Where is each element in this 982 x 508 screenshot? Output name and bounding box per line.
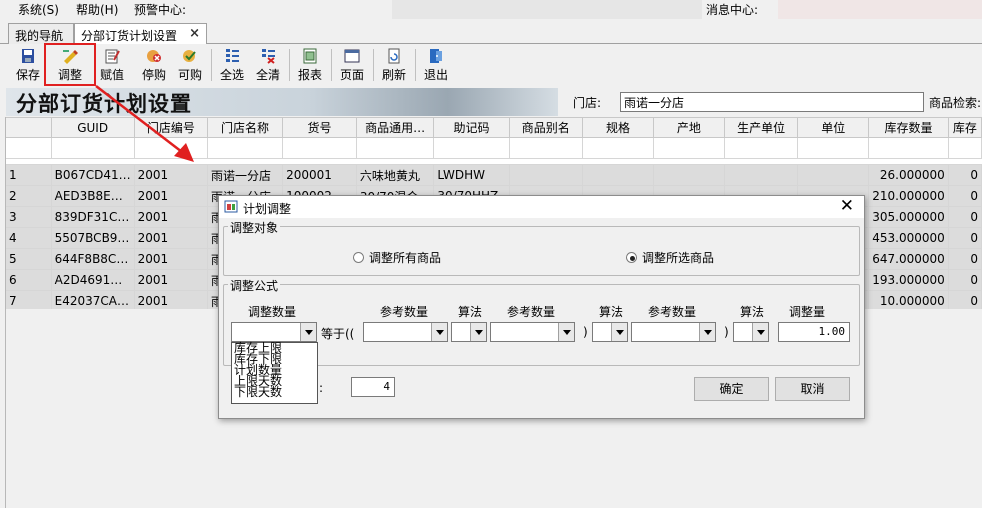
adjust-target-label: 调整对象: [228, 219, 281, 236]
adjust-formula-label: 调整公式: [228, 277, 281, 294]
chevron-down-icon[interactable]: [699, 323, 715, 341]
header-op-2: 算法: [599, 305, 624, 319]
radio-adjust-selected[interactable]: 调整所选商品: [626, 249, 714, 266]
adjust-amount-input[interactable]: 1.00: [778, 322, 850, 342]
dropdown-option[interactable]: 下限天数: [232, 386, 317, 398]
dialog-title-bar: 计划调整 ✕: [219, 196, 864, 218]
ref-qty-1-select[interactable]: [363, 322, 448, 342]
header-op-3: 算法: [740, 305, 765, 319]
cancel-button[interactable]: 取消: [775, 377, 850, 401]
header-adjust-amount: 调整量: [789, 305, 826, 319]
dialog-app-icon: [224, 200, 238, 213]
header-op-1: 算法: [458, 305, 483, 319]
dialog-title: 计划调整: [243, 202, 292, 216]
op-2-select[interactable]: [592, 322, 628, 342]
chevron-down-icon[interactable]: [752, 323, 768, 341]
header-ref-qty-3: 参考数量: [648, 305, 697, 319]
close-paren-2: ): [724, 325, 729, 339]
op-3-select[interactable]: [733, 322, 769, 342]
chevron-down-icon[interactable]: [558, 323, 574, 341]
header-ref-qty-2: 参考数量: [507, 305, 556, 319]
chevron-down-icon[interactable]: [611, 323, 627, 341]
close-paren-1: ): [583, 325, 588, 339]
ref-qty-2-select[interactable]: [490, 322, 575, 342]
header-adjust-qty: 调整数量: [248, 305, 297, 319]
chevron-down-icon[interactable]: [431, 323, 447, 341]
radio-adjust-all[interactable]: 调整所有商品: [353, 249, 441, 266]
adjust-target-group: [223, 226, 860, 276]
close-icon[interactable]: ✕: [840, 196, 854, 216]
ok-button[interactable]: 确定: [694, 377, 769, 401]
adjust-qty-select[interactable]: [231, 322, 317, 342]
equals-label: 等于((: [321, 327, 355, 341]
days-colon: :: [319, 381, 324, 395]
adjust-qty-dropdown-list: 库存上限 库存下限 计划数量 上限天数 下限天数: [231, 342, 318, 404]
ref-qty-3-select[interactable]: [631, 322, 716, 342]
header-ref-qty-1: 参考数量: [380, 305, 429, 319]
chevron-down-icon[interactable]: [470, 323, 486, 341]
op-1-select[interactable]: [451, 322, 487, 342]
chevron-down-icon[interactable]: [300, 323, 316, 341]
days-input[interactable]: 4: [351, 377, 395, 397]
